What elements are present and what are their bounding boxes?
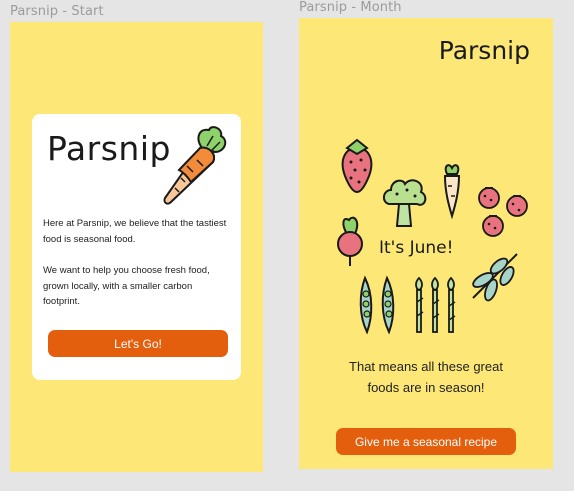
season-line-1: That means all these great xyxy=(349,359,503,374)
month-heading: It's June! xyxy=(379,238,454,258)
parsnip-icon xyxy=(443,164,461,220)
season-message: That means all these great foods are in … xyxy=(299,356,553,398)
strawberry-icon xyxy=(341,138,373,194)
radish-icon xyxy=(337,216,363,266)
start-screen: Parsnip Here at Parsnip, we believe that… xyxy=(10,22,263,472)
raspberries-icon xyxy=(478,187,528,237)
seasonal-recipe-button[interactable]: Give me a seasonal recipe xyxy=(336,428,516,455)
brand-logo: Parsnip xyxy=(47,129,171,168)
frame-label-start: Parsnip - Start xyxy=(10,4,104,19)
peas-icon xyxy=(359,275,395,335)
carrot-icon xyxy=(163,126,227,205)
frame-label-month: Parsnip - Month xyxy=(299,0,402,15)
intro-paragraph-1: Here at Parsnip, we believe that the tas… xyxy=(43,218,227,245)
herb-branch-icon xyxy=(472,253,518,302)
intro-paragraph-2: We want to help you choose fresh food, g… xyxy=(43,265,210,307)
month-screen: Parsnip It's June! That means all these … xyxy=(299,18,553,469)
season-line-2: foods are in season! xyxy=(367,380,485,395)
brand-logo: Parsnip xyxy=(438,36,530,65)
lets-go-button[interactable]: Let's Go! xyxy=(48,330,228,357)
broccoli-icon xyxy=(383,179,427,227)
intro-card: Parsnip Here at Parsnip, we believe that… xyxy=(32,114,241,380)
asparagus-icon xyxy=(415,276,456,333)
